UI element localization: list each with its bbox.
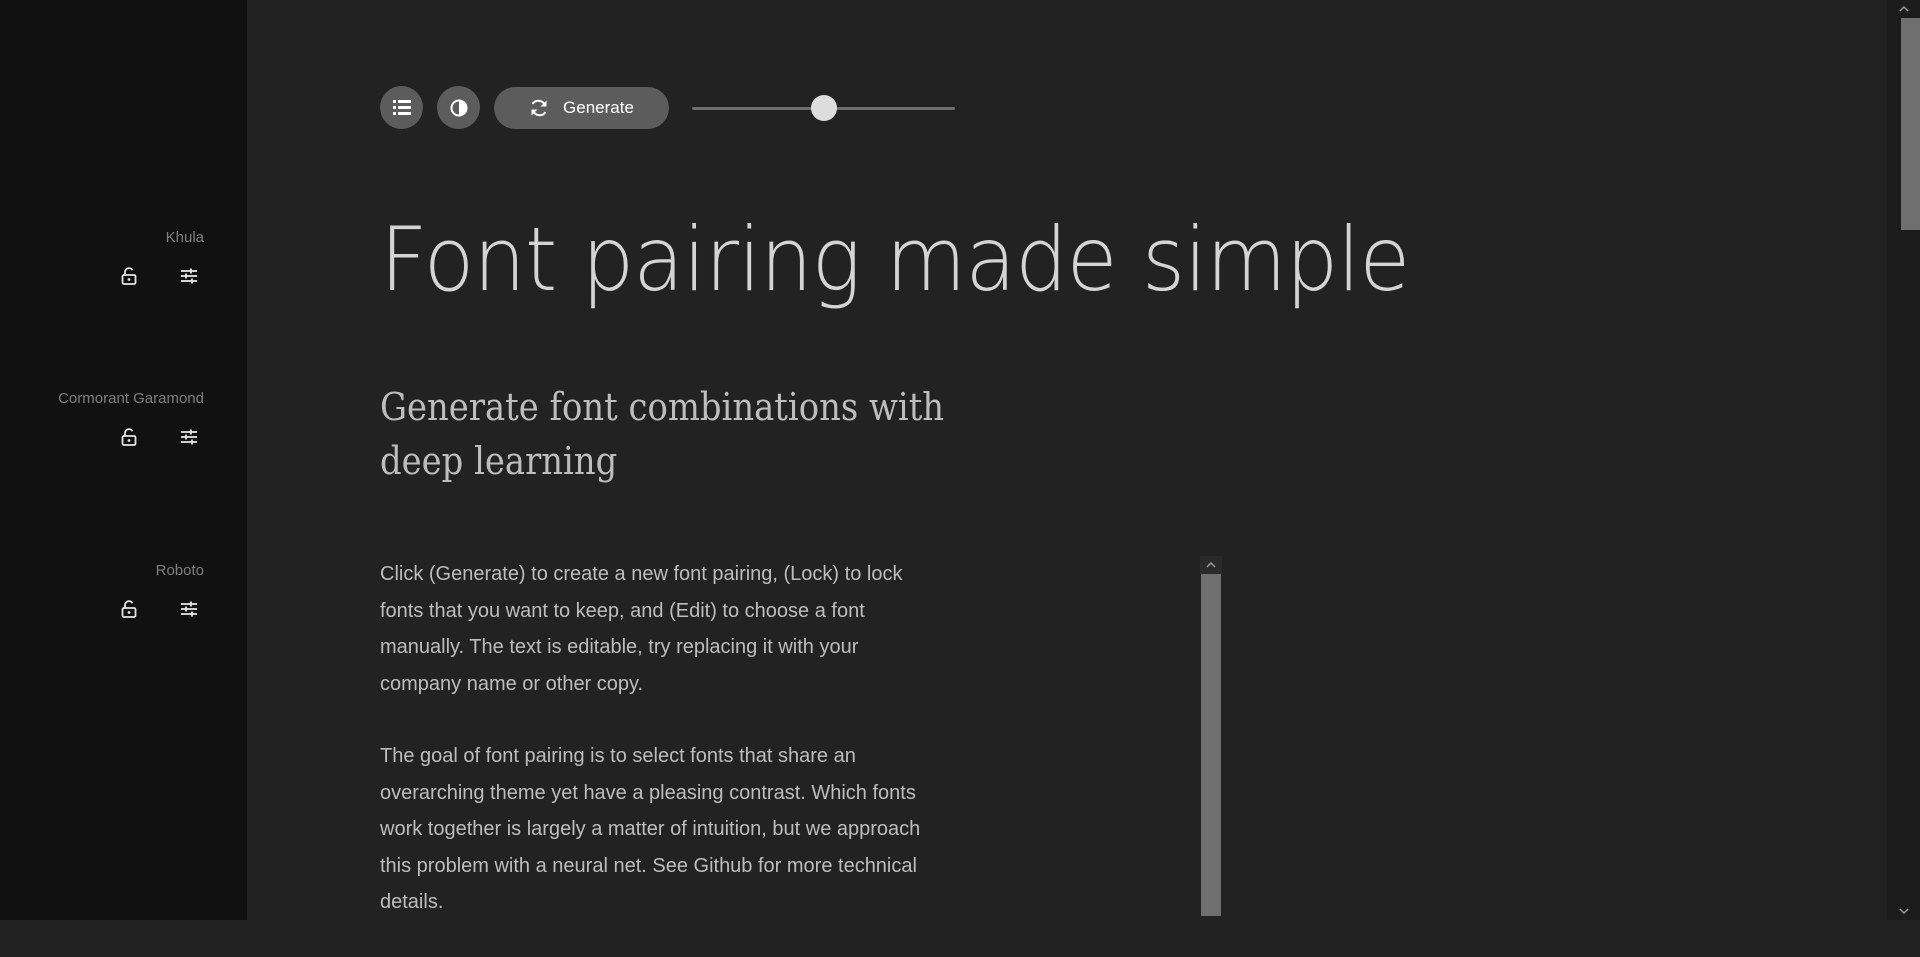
contrast-icon xyxy=(450,99,467,116)
list-button[interactable] xyxy=(380,86,423,129)
page-scrollbar[interactable] xyxy=(1887,0,1920,920)
font-name-label: Cormorant Garamond xyxy=(58,390,204,407)
paragraph[interactable]: Click (Generate) to create a new font pa… xyxy=(380,556,945,702)
font-group-roboto: Roboto xyxy=(114,562,204,624)
generate-label: Generate xyxy=(563,97,634,117)
font-name-label: Khula xyxy=(165,229,204,246)
page-title[interactable]: Font pairing made simple xyxy=(380,205,1410,315)
sliders-icon[interactable] xyxy=(174,261,204,291)
unlock-icon[interactable] xyxy=(114,422,144,452)
unlock-icon[interactable] xyxy=(114,594,144,624)
scroll-down-icon[interactable] xyxy=(1887,902,1920,920)
sliders-icon[interactable] xyxy=(174,422,204,452)
slider-thumb[interactable] xyxy=(810,94,837,121)
font-group-khula: Khula xyxy=(114,229,204,291)
scrollbar-thumb[interactable] xyxy=(1901,18,1920,230)
sliders-icon[interactable] xyxy=(174,594,204,624)
font-group-cormorant-garamond: Cormorant Garamond xyxy=(58,390,204,452)
unlock-icon[interactable] xyxy=(114,261,144,291)
refresh-icon xyxy=(531,99,547,116)
main-content: Generate Font pairing made simple Genera… xyxy=(247,0,1887,920)
contrast-button[interactable] xyxy=(437,86,480,129)
generate-button[interactable]: Generate xyxy=(494,86,669,129)
scroll-up-icon[interactable] xyxy=(1200,556,1222,574)
font-name-label: Roboto xyxy=(155,562,204,579)
text-scrollbar[interactable] xyxy=(1200,556,1222,916)
toolbar: Generate xyxy=(380,86,955,129)
paragraph[interactable]: The goal of font pairing is to select fo… xyxy=(380,738,945,921)
body-text[interactable]: Click (Generate) to create a new font pa… xyxy=(380,556,945,957)
temperature-slider[interactable] xyxy=(692,94,955,121)
list-icon xyxy=(392,100,411,115)
subheading[interactable]: Generate font combinations with deep lea… xyxy=(380,380,1021,488)
scrollbar-thumb[interactable] xyxy=(1201,574,1221,916)
scroll-up-icon[interactable] xyxy=(1887,0,1920,18)
sidebar: Khula Cormorant Garamond Roboto xyxy=(0,0,247,920)
